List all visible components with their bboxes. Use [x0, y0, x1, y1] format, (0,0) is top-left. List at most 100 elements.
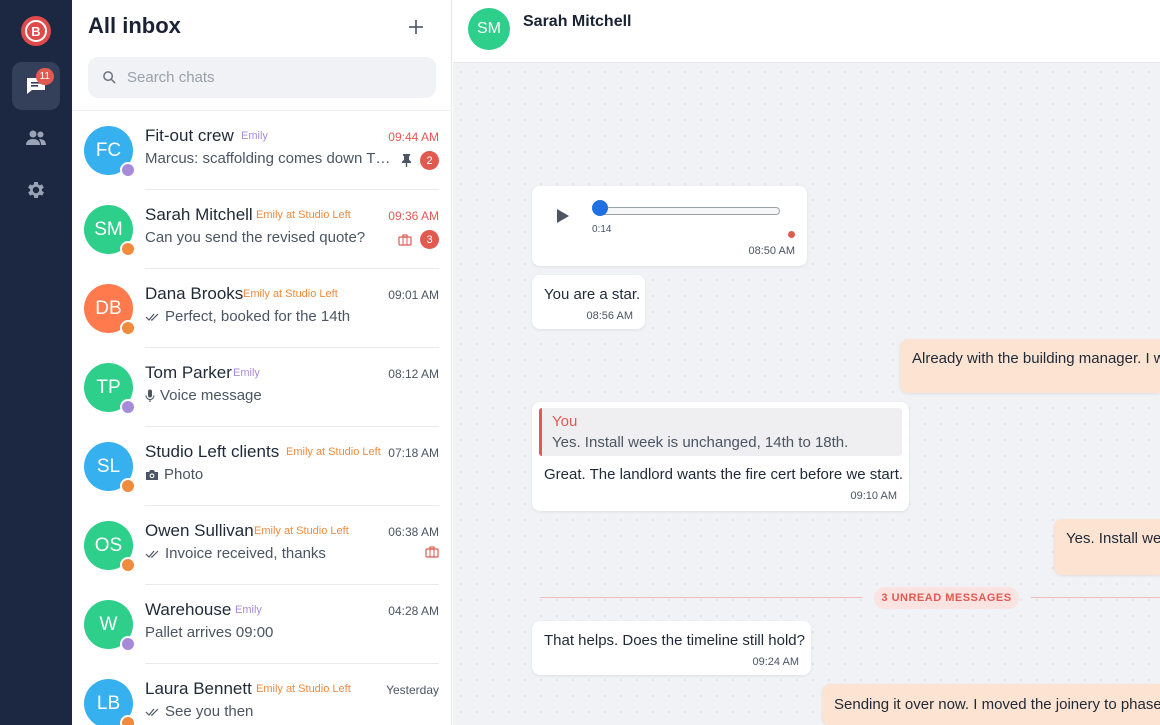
chat-owner: Emily at Studio Left [254, 525, 349, 537]
chat-name: Sarah Mitchell [145, 205, 253, 224]
chat-preview-text: See you then [165, 703, 254, 720]
chat-row[interactable]: W Warehouse Emily 04:28 AM Pallet arrive… [72, 585, 452, 664]
chat-preview: Can you send the revised quote? [145, 229, 391, 246]
audio-progress-track[interactable] [600, 207, 780, 215]
message-time: 09:10 AM [850, 490, 897, 502]
briefcase-icon [398, 233, 412, 246]
chat-preview-text: Photo [164, 466, 204, 483]
presence-dot [120, 636, 136, 652]
camera-icon [146, 469, 158, 480]
chat-preview-text: Pallet arrives 09:00 [145, 624, 274, 641]
briefcase-icon [425, 546, 439, 558]
double-check-icon [145, 708, 159, 716]
message-text: That helps. Does the timeline still hold… [544, 632, 805, 649]
quoted-author: You [552, 413, 578, 430]
incoming-message: You Yes. Install week is unchanged, 14th… [532, 402, 909, 511]
chat-row[interactable]: LB Laura Bennett Emily at Studio Left Ye… [72, 664, 452, 725]
new-chat-button[interactable] [403, 14, 429, 40]
chat-name: Tom Parker [145, 363, 232, 382]
chat-owner: Emily at Studio Left [256, 209, 351, 221]
incoming-message: You are a star. 08:56 AM [532, 275, 645, 329]
outgoing-message: Already with the building manager. I wi [900, 339, 1160, 393]
pin-icon [402, 154, 411, 167]
audio-duration: 0:14 [592, 224, 612, 235]
outgoing-message: Yes. Install wee [1054, 519, 1160, 575]
chat-preview-text: Invoice received, thanks [165, 545, 326, 562]
message-text: Great. The landlord wants the fire cert … [544, 466, 904, 483]
chat-name: Fit-out crew [145, 126, 234, 145]
contact-name[interactable]: Sarah Mitchell [523, 13, 631, 31]
unread-count-badge: 3 [420, 230, 439, 249]
outgoing-message: Sending it over now. I moved the joinery… [822, 684, 1160, 725]
chat-owner: Emily [233, 367, 260, 379]
microphone-icon [145, 389, 155, 402]
chat-row[interactable]: TP Tom Parker Emily 08:12 AM Voice messa… [72, 348, 452, 427]
contacts-icon [26, 130, 46, 145]
presence-dot [120, 320, 136, 336]
chat-preview: Invoice received, thanks [145, 545, 395, 562]
unread-divider-line [1031, 597, 1160, 598]
chat-time: 06:38 AM [388, 525, 439, 539]
message-text: Yes. Install wee [1066, 530, 1160, 547]
chat-name: Studio Left clients [145, 442, 280, 461]
chat-time: 07:18 AM [388, 446, 439, 460]
chat-time: 09:44 AM [388, 130, 439, 144]
play-button[interactable] [556, 208, 570, 228]
chat-row[interactable]: OS Owen Sullivan Emily at Studio Left 06… [72, 506, 452, 585]
unread-divider-line [540, 597, 862, 598]
chat-owner: Emily at Studio Left [286, 446, 381, 458]
chat-preview: Photo [145, 466, 425, 483]
chat-list-header: All inbox [72, 0, 451, 111]
message-time: 08:56 AM [586, 310, 633, 322]
chat-preview-text: Can you send the revised quote? [145, 229, 366, 246]
unplayed-indicator [788, 231, 795, 238]
presence-dot [120, 557, 136, 573]
chat-row[interactable]: SM Sarah Mitchell Emily at Studio Left 0… [72, 190, 452, 269]
double-check-icon [145, 313, 159, 321]
quoted-message[interactable]: You Yes. Install week is unchanged, 14th… [539, 408, 902, 456]
chat-list-panel: All inbox FC Fit-out crew Emily 09:44 AM… [72, 0, 452, 725]
message-time: 09:24 AM [752, 656, 799, 668]
nav-settings-button[interactable] [12, 166, 60, 214]
chat-preview-text: Marcus: scaffolding comes down Thu... [145, 150, 391, 167]
double-check-icon [145, 550, 159, 558]
chat-preview: Voice message [145, 387, 425, 404]
quoted-text: Yes. Install week is unchanged, 14th to … [552, 434, 849, 451]
message-text: Sending it over now. I moved the joinery… [834, 696, 1160, 713]
plus-icon [409, 20, 423, 34]
chat-preview-text: Perfect, booked for the 14th [165, 308, 351, 325]
chat-preview-text: Voice message [160, 387, 262, 404]
search-input[interactable] [127, 69, 417, 86]
conversation-panel: SM Sarah Mitchell 0:14 08:50 AM You are … [453, 0, 1160, 725]
chat-owner: Emily at Studio Left [256, 683, 351, 695]
chat-row[interactable]: DB Dana Brooks Emily at Studio Left 09:0… [72, 269, 452, 348]
presence-dot [120, 162, 136, 178]
chat-preview: Marcus: scaffolding comes down Thu... [145, 150, 391, 167]
nav-chats-button[interactable]: 11 [12, 62, 60, 110]
chat-name: Owen Sullivan [145, 521, 254, 540]
page-title: All inbox [88, 13, 181, 38]
unread-divider-label: 3 UNREAD MESSAGES [874, 587, 1019, 609]
audio-progress-handle[interactable] [592, 200, 608, 216]
chat-preview: See you then [145, 703, 425, 720]
chat-name: Laura Bennett [145, 679, 252, 698]
contact-avatar[interactable]: SM [468, 8, 510, 50]
chat-meta: 3 [398, 230, 439, 249]
chat-row[interactable]: FC Fit-out crew Emily 09:44 AM Marcus: s… [72, 111, 452, 190]
search-box [88, 57, 436, 98]
app-logo[interactable]: B [21, 16, 51, 46]
nav-contacts-button[interactable] [12, 114, 60, 162]
presence-dot [120, 715, 136, 725]
chat-time: 08:12 AM [388, 367, 439, 381]
incoming-message: That helps. Does the timeline still hold… [532, 621, 811, 675]
presence-dot [120, 241, 136, 257]
chat-preview: Perfect, booked for the 14th [145, 308, 425, 325]
chat-name: Dana Brooks [145, 284, 244, 303]
chat-time: 09:01 AM [388, 288, 439, 302]
message-text: You are a star. [544, 286, 641, 303]
chat-row[interactable]: SL Studio Left clients Emily at Studio L… [72, 427, 452, 506]
unread-count-badge: 2 [420, 151, 439, 170]
nav-rail: B 11 [0, 0, 72, 725]
chat-name: Warehouse [145, 600, 232, 619]
conversation-header: SM Sarah Mitchell [453, 0, 1160, 63]
